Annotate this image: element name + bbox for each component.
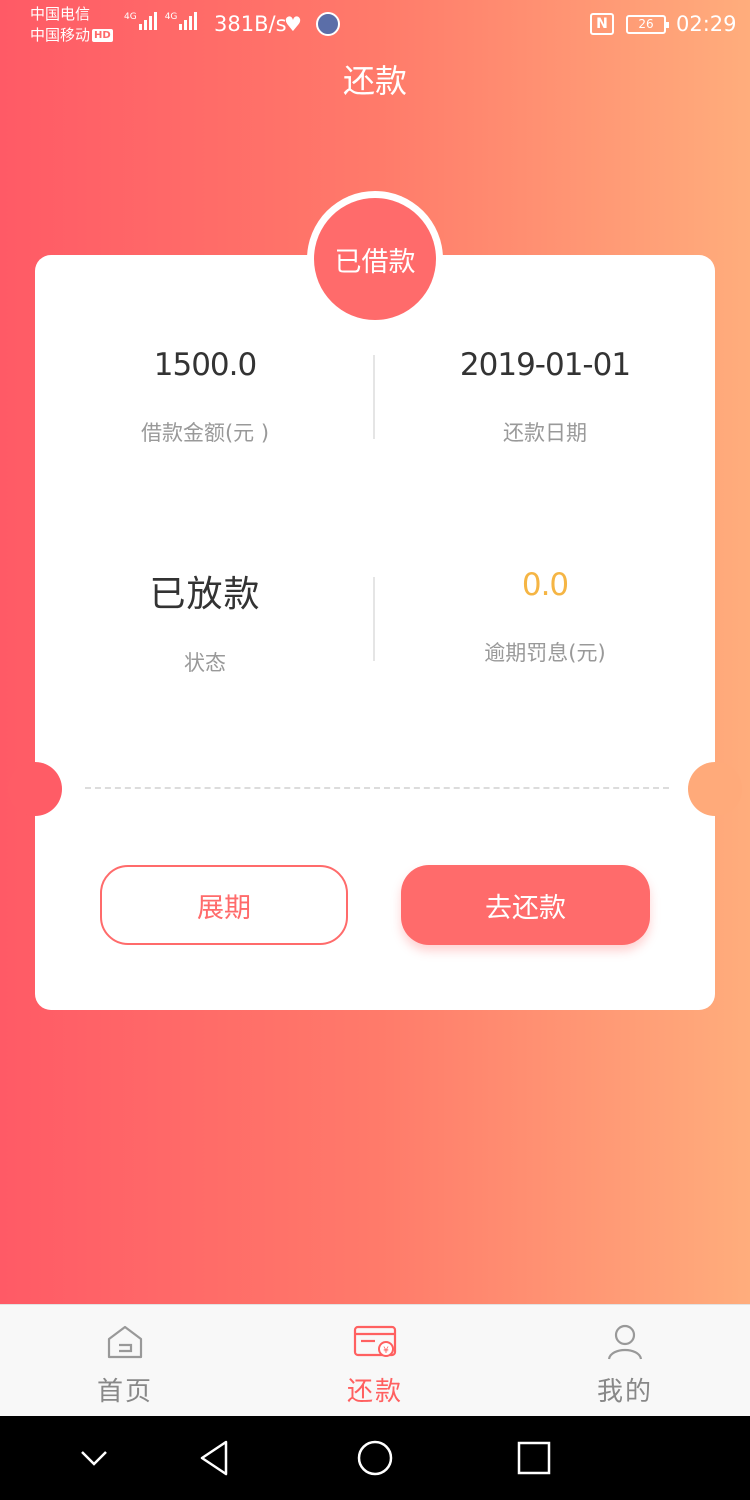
loan-status-badge: 已借款 [314,198,436,320]
status-bar: 中国电信 中国移动 HD 4G 4G 381B/s ♥ N 26 02:29 [0,0,750,52]
user-icon [607,1324,643,1360]
heart-rate-icon: ♥ [284,12,302,36]
battery-icon: 26 [626,15,669,34]
dashed-divider [85,787,669,789]
recents-icon[interactable] [514,1438,554,1478]
repay-button[interactable]: 去还款 [401,865,650,945]
chevron-down-icon[interactable] [74,1438,114,1478]
loan-amount-cell: 1500.0 借款金额(元 ) [35,347,375,447]
carrier-1: 中国电信 [30,5,91,23]
tab-home-label: 首页 [96,1377,153,1407]
svg-text:¥: ¥ [383,1346,389,1356]
carrier-info: 中国电信 中国移动 HD [30,4,113,46]
signal-2-icon: 4G [165,12,198,30]
status-value: 已放款 [149,574,261,615]
system-nav-bar [0,1416,750,1500]
overdue-fee-value: 0.0 [521,567,569,603]
bottom-tab-bar: 首页 ¥ 还款 我的 [0,1304,750,1416]
loan-card: 1500.0 借款金额(元 ) 2019-01-01 还款日期 已放款 状态 0… [8,255,742,1010]
signal-icons: 4G 4G [124,12,198,30]
back-icon[interactable] [194,1438,234,1478]
carrier-2: 中国移动 [30,26,91,44]
clock: 02:29 [676,12,737,36]
hd-badge: HD [92,29,113,42]
status-cell: 已放款 状态 [35,565,375,677]
home-icon [107,1325,143,1359]
overdue-fee-cell: 0.0 逾期罚息(元) [375,567,715,667]
tab-home[interactable]: 首页 [0,1305,250,1416]
repay-date-cell: 2019-01-01 还款日期 [375,347,715,447]
page-title: 还款 [342,62,407,100]
extend-button[interactable]: 展期 [100,865,348,945]
signal-1-icon: 4G [124,12,157,30]
tab-repay[interactable]: ¥ 还款 [250,1305,500,1416]
network-speed: 381B/s [214,12,287,36]
nfc-icon: N [590,13,614,35]
repay-date-label: 还款日期 [503,421,587,445]
ticket-notch-right [688,762,742,816]
status-label: 状态 [184,651,226,675]
repay-date-value: 2019-01-01 [459,347,631,383]
overdue-fee-label: 逾期罚息(元) [484,641,606,665]
tab-repay-label: 还款 [346,1377,403,1407]
tab-mine[interactable]: 我的 [500,1305,750,1416]
tab-mine-label: 我的 [596,1377,653,1407]
app-notification-icon [316,12,340,36]
home-button-icon[interactable] [355,1438,395,1478]
repay-card-icon: ¥ [353,1325,397,1357]
loan-amount-value: 1500.0 [153,347,257,383]
ticket-notch-left [8,762,62,816]
loan-amount-label: 借款金额(元 ) [140,421,270,445]
